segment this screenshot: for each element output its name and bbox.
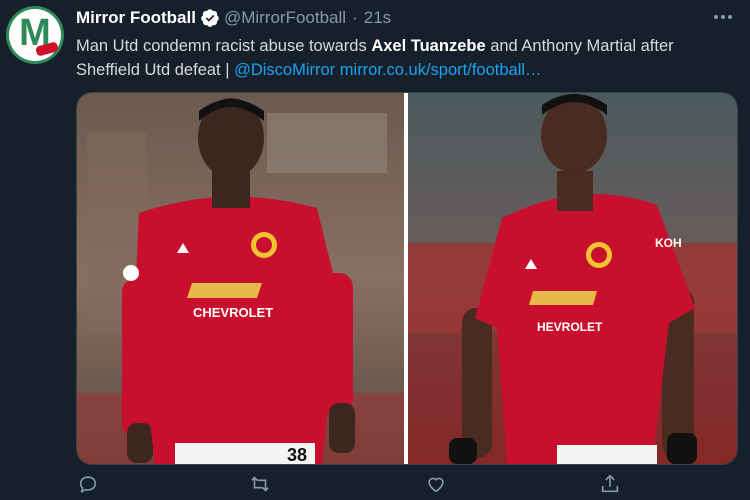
mention-link[interactable]: @DiscoMirror bbox=[234, 61, 335, 79]
left-sponsor-text: CHEVROLET bbox=[193, 305, 273, 320]
verified-badge-icon bbox=[200, 8, 220, 28]
tweet-text: Man Utd condemn racist abuse towards Axe… bbox=[76, 34, 736, 82]
more-options-icon[interactable] bbox=[710, 6, 736, 28]
right-photo[interactable]: HEVROLET KOH bbox=[408, 93, 737, 464]
header-separator: · bbox=[352, 8, 358, 27]
avatar[interactable]: M bbox=[6, 6, 64, 64]
retweet-icon[interactable] bbox=[248, 472, 272, 496]
tweet-media[interactable]: 38 CHEVROLET HEVROLET KOH bbox=[76, 92, 738, 465]
share-icon[interactable] bbox=[598, 472, 622, 496]
tweet-actions bbox=[76, 472, 636, 500]
left-shorts-number: 38 bbox=[287, 445, 307, 464]
like-icon[interactable] bbox=[424, 472, 448, 496]
url-link[interactable]: mirror.co.uk/sport/football… bbox=[340, 61, 542, 79]
tweet-header: Mirror Football @MirrorFootball · 21s bbox=[76, 6, 391, 30]
tweet-bold-name: Axel Tuanzebe bbox=[371, 37, 486, 55]
left-photo[interactable]: 38 CHEVROLET bbox=[77, 93, 404, 464]
right-sleeve-text: KOH bbox=[655, 236, 682, 250]
timestamp[interactable]: 21s bbox=[364, 8, 391, 28]
tweet[interactable]: M Mirror Football @MirrorFootball · 21s … bbox=[0, 0, 750, 500]
handle[interactable]: @MirrorFootball bbox=[224, 8, 346, 28]
display-name[interactable]: Mirror Football bbox=[76, 8, 196, 28]
reply-icon[interactable] bbox=[76, 472, 100, 496]
right-sponsor-text: HEVROLET bbox=[537, 320, 603, 334]
tweet-text-part: Man Utd condemn racist abuse towards bbox=[76, 37, 372, 55]
